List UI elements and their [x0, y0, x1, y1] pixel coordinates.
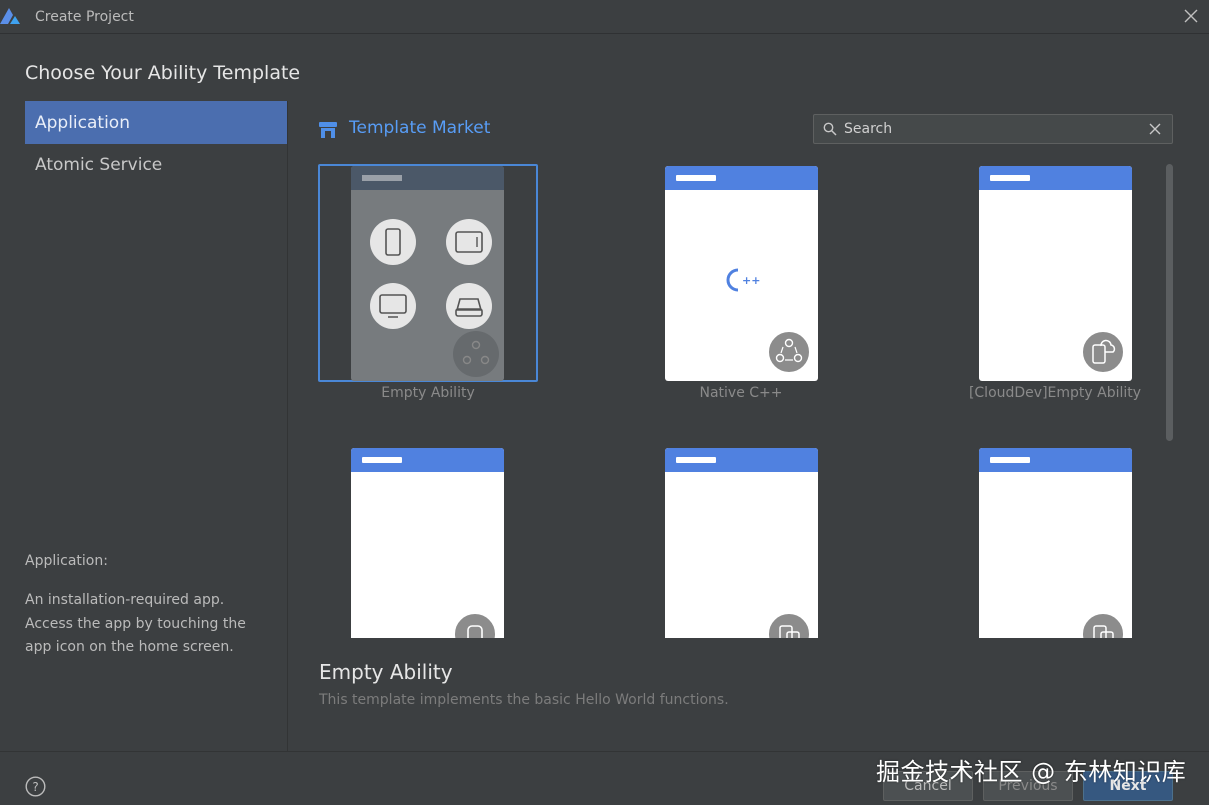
multi-device-icon	[1081, 612, 1125, 638]
atom-icon	[767, 330, 811, 374]
window-title: Create Project	[35, 9, 134, 25]
svg-text:++: ++	[742, 274, 760, 287]
sidebar-item-label: Application	[35, 112, 130, 133]
template-label: Empty Ability	[381, 385, 475, 401]
search-icon	[823, 122, 837, 136]
watch-icon	[453, 612, 497, 638]
sidebar-item-atomic-service[interactable]: Atomic Service	[25, 143, 287, 186]
cloud-device-icon	[1081, 330, 1125, 374]
atom-icon	[453, 331, 499, 377]
tablet-icon	[446, 219, 492, 265]
description-title: Application:	[25, 553, 108, 569]
template-preview	[351, 448, 504, 638]
car-icon	[446, 283, 492, 329]
app-logo-icon	[0, 8, 20, 24]
description-body: An installation-required app. Access the…	[25, 592, 246, 655]
help-icon[interactable]: ?	[25, 776, 46, 797]
search-box[interactable]	[813, 114, 1173, 144]
sidebar-item-application[interactable]: Application	[25, 101, 287, 144]
clear-icon[interactable]	[1147, 121, 1163, 137]
panel-divider	[287, 101, 288, 751]
template-preview	[351, 166, 504, 381]
template-market-link[interactable]: Template Market	[349, 118, 490, 138]
template-preview	[665, 448, 818, 638]
close-button[interactable]	[1180, 5, 1202, 27]
search-input[interactable]	[844, 119, 1134, 139]
template-preview	[979, 448, 1132, 638]
close-icon	[1184, 9, 1198, 23]
template-preview: ++	[665, 166, 818, 381]
template-preview	[979, 166, 1132, 381]
scrollbar[interactable]	[1166, 164, 1173, 441]
phone-icon	[370, 219, 416, 265]
sidebar-item-label: Atomic Service	[35, 154, 163, 175]
detail-title: Empty Ability	[319, 660, 453, 684]
tv-icon	[370, 283, 416, 329]
store-icon	[319, 122, 337, 138]
title-bar: Create Project	[0, 0, 1209, 34]
svg-text:?: ?	[32, 780, 38, 794]
page-title: Choose Your Ability Template	[25, 62, 301, 84]
watermark-text: 掘金技术社区 @ 东林知识库	[876, 758, 1187, 786]
detail-description: This template implements the basic Hello…	[319, 692, 729, 708]
template-label: Native C++	[699, 385, 783, 401]
cpp-icon: ++	[726, 268, 760, 292]
multi-device-icon	[767, 612, 811, 638]
template-label: [CloudDev]Empty Ability	[968, 385, 1142, 401]
